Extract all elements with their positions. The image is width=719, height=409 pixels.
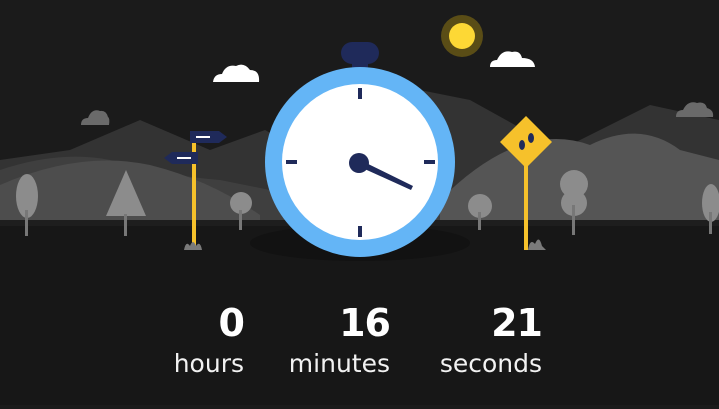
cloud-icon-4 <box>676 102 714 117</box>
hours-unit: 0 hours <box>173 300 245 380</box>
seconds-label: seconds <box>439 349 542 378</box>
cloud-icon-3 <box>81 110 110 125</box>
countdown-timer: 0 hours 16 minutes 21 seconds <box>0 300 719 400</box>
hours-value: 0 <box>218 301 245 345</box>
cloud-icon-2 <box>490 51 535 67</box>
minutes-value: 16 <box>339 301 391 345</box>
sun-icon <box>449 23 475 49</box>
stopwatch-icon <box>265 42 455 257</box>
cloud-icon-1 <box>213 64 260 82</box>
seconds-value: 21 <box>491 301 543 345</box>
minutes-label: minutes <box>288 349 390 378</box>
minutes-unit: 16 minutes <box>288 300 391 380</box>
seconds-unit: 21 seconds <box>439 300 543 380</box>
hours-label: hours <box>173 349 244 378</box>
